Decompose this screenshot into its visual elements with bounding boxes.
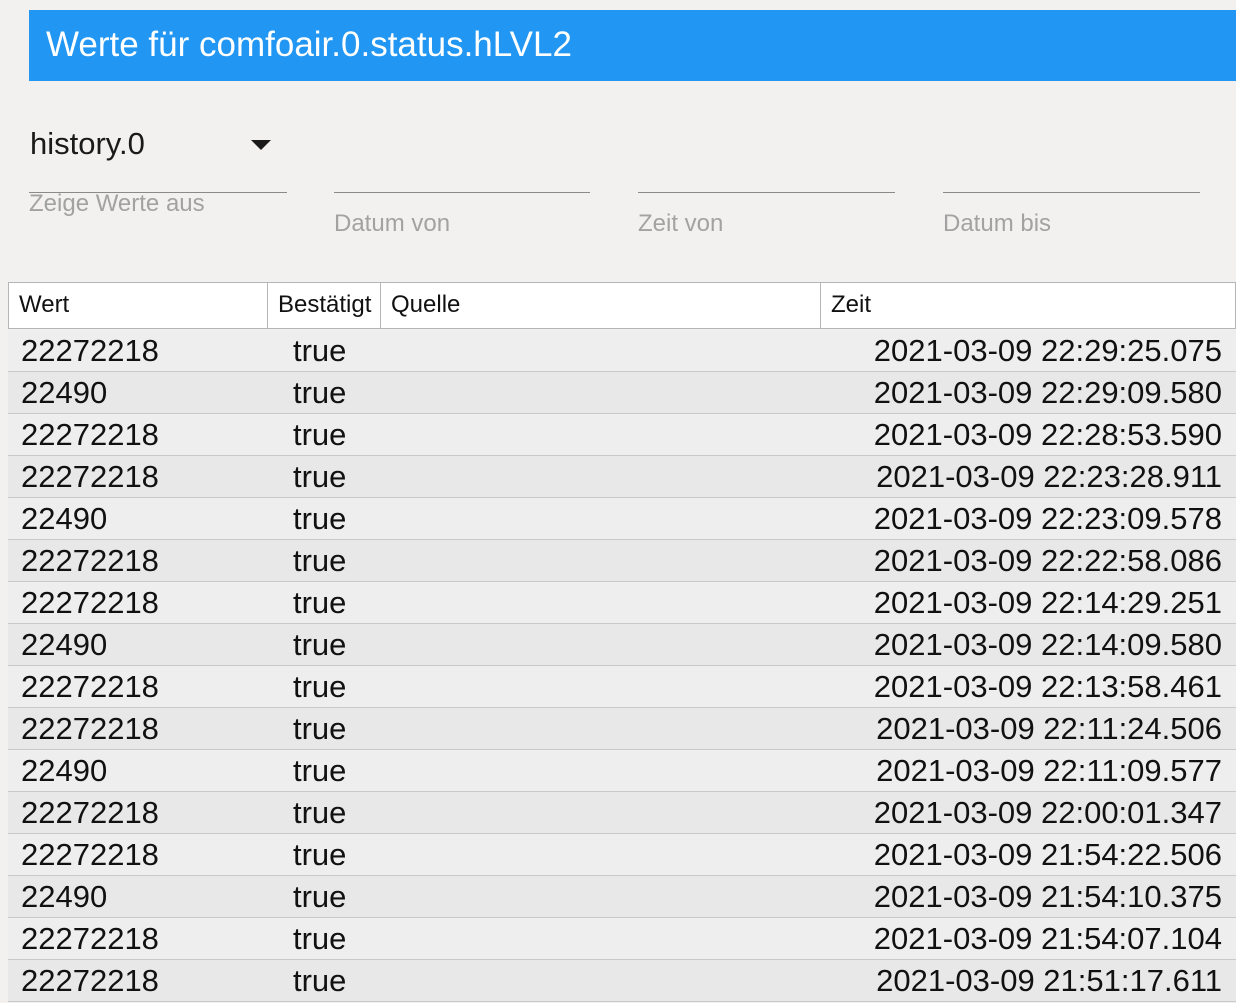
column-header-acknowledged[interactable]: Bestätigt	[267, 283, 380, 328]
row-acknowledged: true	[293, 753, 347, 788]
row-acknowledged: true	[293, 417, 347, 452]
row-acknowledged: true	[293, 543, 347, 578]
table-row[interactable]: 22272218 true 2021-03-09 22:22:58.086	[8, 540, 1236, 582]
time-from-label: Zeit von	[638, 210, 724, 237]
dropdown-arrow-icon[interactable]	[251, 140, 271, 150]
table-row[interactable]: 22272218 true 2021-03-09 22:13:58.461	[8, 666, 1236, 708]
row-value: 22272218	[21, 585, 159, 620]
table-row[interactable]: 22490 true 2021-03-09 22:29:09.580	[8, 372, 1236, 414]
table-row[interactable]: 22272218 true 2021-03-09 21:54:07.104	[8, 918, 1236, 960]
table-row[interactable]: 22272218 true 2021-03-09 22:23:28.911	[8, 456, 1236, 498]
row-value: 22490	[21, 753, 108, 788]
row-acknowledged: true	[293, 669, 347, 704]
row-acknowledged: true	[293, 501, 347, 536]
row-time: 2021-03-09 22:14:29.251	[873, 585, 1222, 620]
table-row[interactable]: 22490 true 2021-03-09 22:23:09.578	[8, 498, 1236, 540]
row-time: 2021-03-09 21:54:22.506	[873, 837, 1222, 872]
row-value: 22272218	[21, 921, 159, 956]
column-header-time[interactable]: Zeit	[820, 283, 1235, 328]
row-value: 22272218	[21, 795, 159, 830]
row-value: 22490	[21, 879, 108, 914]
row-value: 22272218	[21, 333, 159, 368]
column-header-value[interactable]: Wert	[9, 283, 267, 328]
row-acknowledged: true	[293, 627, 347, 662]
date-to-field[interactable]	[943, 150, 1200, 193]
table-row[interactable]: 22490 true 2021-03-09 22:11:09.577	[8, 750, 1236, 792]
time-from-field[interactable]	[638, 150, 895, 193]
table-row[interactable]: 22272218 true 2021-03-09 22:11:24.506	[8, 708, 1236, 750]
row-value: 22272218	[21, 459, 159, 494]
row-acknowledged: true	[293, 711, 347, 746]
dialog-title-bar: Werte für comfoair.0.status.hLVL2	[29, 10, 1236, 81]
row-time: 2021-03-09 22:29:09.580	[873, 375, 1222, 410]
row-acknowledged: true	[293, 795, 347, 830]
row-time: 2021-03-09 21:54:10.375	[873, 879, 1222, 914]
table-header: Wert Bestätigt Quelle Zeit	[8, 282, 1236, 329]
table-row[interactable]: 22272218 true 2021-03-09 22:28:53.590	[8, 414, 1236, 456]
row-time: 2021-03-09 22:29:25.075	[873, 333, 1222, 368]
table-row[interactable]: 22490 true 2021-03-09 21:54:10.375	[8, 876, 1236, 918]
row-acknowledged: true	[293, 459, 347, 494]
table-body: 22272218 true 2021-03-09 22:29:25.075 22490…	[8, 330, 1236, 1002]
row-value: 22272218	[21, 711, 159, 746]
table-row[interactable]: 22490 true 2021-03-09 22:14:09.580	[8, 624, 1236, 666]
row-value: 22490	[21, 501, 108, 536]
row-acknowledged: true	[293, 921, 347, 956]
column-header-source[interactable]: Quelle	[380, 283, 820, 328]
row-acknowledged: true	[293, 585, 347, 620]
row-value: 22490	[21, 627, 108, 662]
instance-select[interactable]: history.0	[29, 118, 287, 193]
row-value: 22272218	[21, 837, 159, 872]
table-row[interactable]: 22272218 true 2021-03-09 22:29:25.075	[8, 330, 1236, 372]
row-value: 22272218	[21, 417, 159, 452]
row-time: 2021-03-09 22:11:09.577	[876, 753, 1222, 788]
table-row[interactable]: 22272218 true 2021-03-09 21:51:17.611	[8, 960, 1236, 1002]
row-value: 22272218	[21, 669, 159, 704]
table-row[interactable]: 22272218 true 2021-03-09 22:14:29.251	[8, 582, 1236, 624]
row-time: 2021-03-09 22:28:53.590	[873, 417, 1222, 452]
row-time: 2021-03-09 22:22:58.086	[873, 543, 1222, 578]
row-acknowledged: true	[293, 333, 347, 368]
date-from-label: Datum von	[334, 210, 451, 237]
row-time: 2021-03-09 22:23:28.911	[876, 459, 1222, 494]
row-time: 2021-03-09 22:00:01.347	[873, 795, 1222, 830]
row-time: 2021-03-09 22:13:58.461	[873, 669, 1222, 704]
date-to-label: Datum bis	[943, 210, 1052, 237]
instance-select-value: history.0	[30, 126, 145, 161]
row-value: 22490	[21, 375, 108, 410]
row-value: 22272218	[21, 543, 159, 578]
row-value: 22272218	[21, 963, 159, 998]
table-row[interactable]: 22272218 true 2021-03-09 22:00:01.347	[8, 792, 1236, 834]
row-time: 2021-03-09 22:11:24.506	[876, 711, 1222, 746]
date-from-field[interactable]	[334, 150, 590, 193]
row-time: 2021-03-09 22:14:09.580	[873, 627, 1222, 662]
dialog-title: Werte für comfoair.0.status.hLVL2	[46, 25, 572, 64]
row-time: 2021-03-09 22:23:09.578	[873, 501, 1222, 536]
row-time: 2021-03-09 21:51:17.611	[876, 963, 1222, 998]
row-acknowledged: true	[293, 963, 347, 998]
row-acknowledged: true	[293, 375, 347, 410]
instance-select-label: Zeige Werte aus	[29, 190, 205, 217]
row-time: 2021-03-09 21:54:07.104	[873, 921, 1222, 956]
table-row[interactable]: 22272218 true 2021-03-09 21:54:22.506	[8, 834, 1236, 876]
row-acknowledged: true	[293, 837, 347, 872]
row-acknowledged: true	[293, 879, 347, 914]
